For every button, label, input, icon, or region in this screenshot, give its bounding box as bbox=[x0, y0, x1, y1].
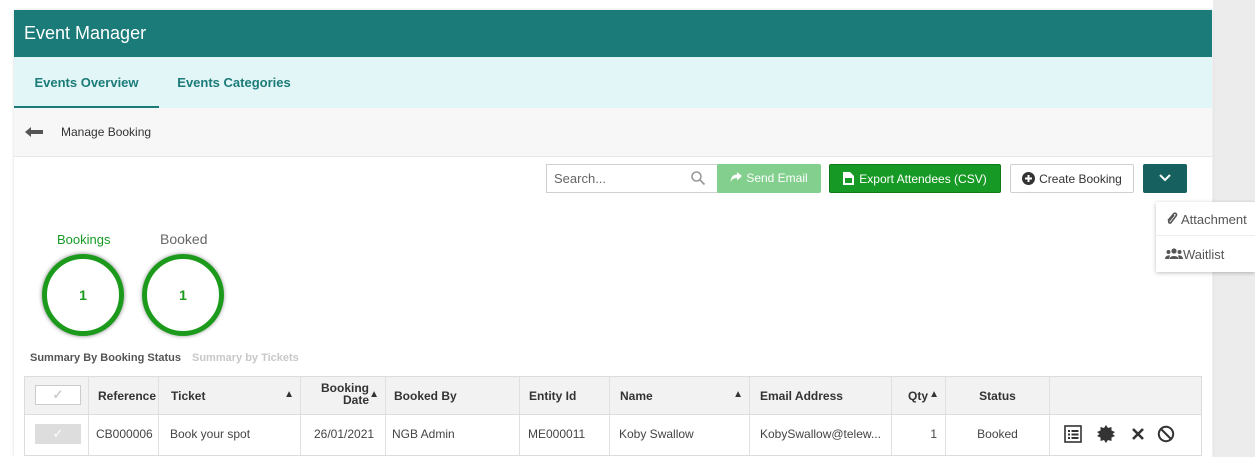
header-qty-label: Qty bbox=[908, 389, 929, 403]
select-all-checkbox[interactable]: ✓ bbox=[35, 385, 81, 405]
menu-item-attachment-label: Attachment bbox=[1181, 212, 1247, 227]
sort-icon[interactable]: ▲ bbox=[733, 389, 743, 400]
menu-item-waitlist-label: Waitlist bbox=[1183, 247, 1225, 262]
booked-stat-label: Booked bbox=[160, 231, 208, 247]
header-qty[interactable]: Qty ▲ bbox=[892, 377, 946, 414]
sort-icon[interactable]: ▲ bbox=[929, 389, 939, 400]
header-name-label: Name bbox=[620, 389, 653, 403]
menu-item-attachment[interactable]: Attachment bbox=[1156, 202, 1255, 236]
row-actions bbox=[1050, 415, 1201, 455]
export-attendees-label: Export Attendees (CSV) bbox=[859, 172, 987, 186]
back-arrow-icon[interactable] bbox=[24, 125, 44, 139]
users-icon bbox=[1165, 248, 1183, 259]
row-status: Booked bbox=[946, 415, 1050, 455]
header-booking-date-line2: Date bbox=[342, 393, 369, 407]
app-title: Event Manager bbox=[14, 10, 1212, 57]
header-booked-by[interactable]: Booked By bbox=[386, 377, 520, 414]
table-header-row: ✓ Reference Ticket ▲︎ Booking Date ▲ Boo… bbox=[25, 377, 1201, 415]
tab-events-categories[interactable]: Events Categories bbox=[174, 57, 294, 108]
actions-dropdown-menu: Attachment Waitlist bbox=[1156, 202, 1255, 272]
badge-certificate-icon[interactable] bbox=[1097, 425, 1115, 443]
row-entity-id: ME000011 bbox=[520, 415, 610, 455]
tab-bar: Events Overview Events Categories bbox=[14, 57, 1212, 108]
row-qty: 1 bbox=[892, 415, 946, 455]
bookings-table: ✓ Reference Ticket ▲︎ Booking Date ▲ Boo… bbox=[24, 376, 1202, 456]
create-booking-button[interactable]: Create Booking bbox=[1010, 164, 1134, 193]
breadcrumb: Manage Booking bbox=[14, 108, 1212, 157]
paperclip-icon bbox=[1167, 212, 1178, 224]
row-select-cell: ✓ bbox=[25, 415, 89, 455]
row-name: Koby Swallow bbox=[610, 415, 750, 455]
share-arrow-icon bbox=[730, 172, 743, 182]
row-email: KobySwallow@telew... bbox=[750, 415, 892, 455]
header-entity-id[interactable]: Entity Id bbox=[520, 377, 610, 414]
ban-icon[interactable] bbox=[1157, 425, 1175, 443]
send-email-label: Send Email bbox=[746, 171, 808, 185]
bookings-count-value: 1 bbox=[79, 287, 87, 303]
export-attendees-button[interactable]: Export Attendees (CSV) bbox=[829, 164, 1001, 193]
summary-by-tickets-tab[interactable]: Summary by Tickets bbox=[192, 352, 299, 364]
csv-file-icon bbox=[843, 172, 855, 185]
row-ticket: Book your spot bbox=[159, 415, 301, 455]
header-booking-date[interactable]: Booking Date ▲ bbox=[301, 377, 386, 414]
sort-icon[interactable]: ▲︎ bbox=[284, 389, 294, 400]
tab-events-overview[interactable]: Events Overview bbox=[14, 57, 159, 108]
summary-by-booking-status-tab[interactable]: Summary By Booking Status bbox=[30, 352, 181, 364]
table-row[interactable]: ✓ CB000006 Book your spot 26/01/2021 NGB… bbox=[25, 415, 1201, 455]
breadcrumb-label: Manage Booking bbox=[61, 125, 152, 139]
send-email-button[interactable]: Send Email bbox=[717, 164, 821, 193]
booked-count-ring: 1 bbox=[142, 254, 224, 336]
sort-icon[interactable]: ▲ bbox=[369, 389, 379, 400]
bookings-stat-label: Bookings bbox=[57, 232, 111, 247]
row-reference: CB000006 bbox=[89, 415, 159, 455]
header-name[interactable]: Name ▲ bbox=[610, 377, 750, 414]
bookings-count-ring: 1 bbox=[42, 254, 124, 336]
row-booked-by: NGB Admin bbox=[386, 415, 520, 455]
more-actions-dropdown-button[interactable] bbox=[1143, 164, 1187, 193]
row-booking-date: 26/01/2021 bbox=[301, 415, 386, 455]
create-booking-label: Create Booking bbox=[1039, 172, 1122, 186]
header-reference[interactable]: Reference bbox=[89, 377, 159, 414]
header-status[interactable]: Status bbox=[946, 377, 1050, 414]
booked-count-value: 1 bbox=[179, 287, 187, 303]
menu-item-waitlist[interactable]: Waitlist bbox=[1156, 237, 1255, 271]
close-icon[interactable] bbox=[1129, 425, 1147, 443]
header-ticket-label: Ticket bbox=[171, 389, 206, 403]
header-ticket[interactable]: Ticket ▲︎ bbox=[159, 377, 301, 414]
search-icon[interactable] bbox=[690, 170, 706, 186]
chevron-down-icon bbox=[1159, 174, 1171, 182]
plus-circle-icon bbox=[1022, 172, 1036, 185]
header-email[interactable]: Email Address bbox=[750, 377, 892, 414]
header-select-cell: ✓ bbox=[25, 377, 89, 414]
header-actions bbox=[1050, 377, 1201, 414]
row-checkbox[interactable]: ✓ bbox=[35, 424, 81, 444]
details-list-icon[interactable] bbox=[1064, 425, 1082, 443]
